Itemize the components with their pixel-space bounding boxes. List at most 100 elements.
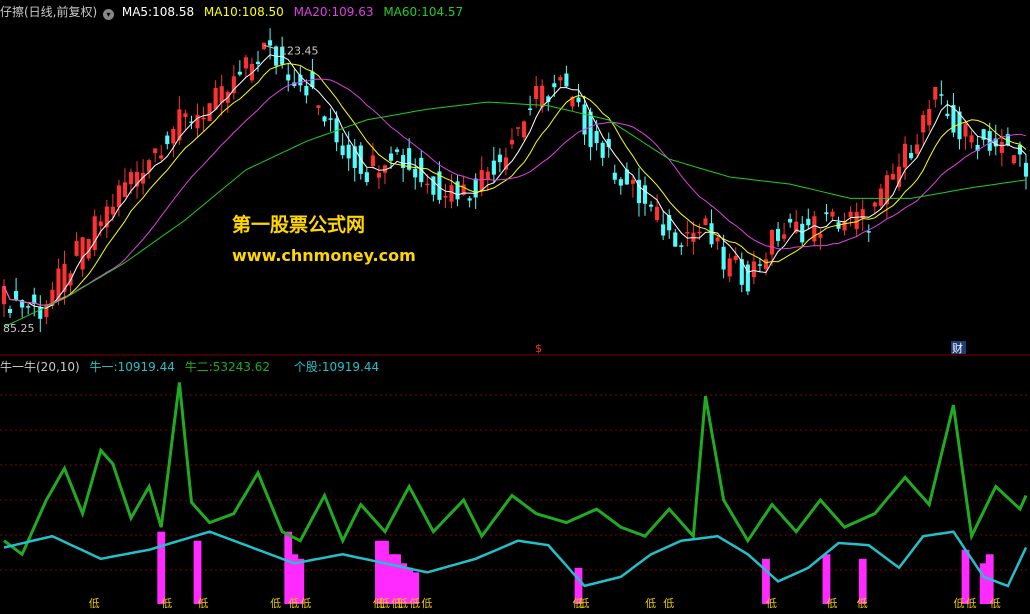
candle-body [388,153,394,161]
candle-body [243,57,248,69]
candle-body [153,148,158,154]
low-signal-label: 低 [421,597,432,610]
candle-body [413,168,418,178]
candle-body [540,85,545,108]
candle-body [431,176,436,195]
candle-body [999,141,1004,153]
candle-body [848,211,853,217]
main-header: 仔擦(日线,前复权) ▾ MA5:108.58 MA10:108.50 MA20… [0,3,463,20]
candle-body [679,245,684,247]
chart-stage: 123.45 85.25 $ 财低低低低低低低低低低低低低低低低低低低低低低 仔擦(日… [0,0,1030,610]
candle-body [376,172,381,178]
candle-body [316,105,321,108]
candle-body [727,258,732,277]
candle-body [171,129,176,144]
candle-body [933,87,938,100]
candle-body [255,61,261,65]
candle-body [576,97,581,103]
low-signal-label: 低 [409,597,420,610]
watermark-url: www.chnmoney.com [232,246,416,265]
gegu-value: 10919.44 [321,360,380,374]
candle-body [715,237,720,242]
watermark-title: 第一股票公式网 [232,214,366,236]
candle-body [467,198,472,201]
candle-body [927,109,932,126]
candle-body [534,86,539,99]
candle-body [776,228,781,241]
low-signal-label: 低 [966,597,977,610]
candle-body [165,135,170,145]
low-signal-label: 低 [990,597,1001,610]
stock-chart[interactable]: 123.4585.25$ 财低低低低低低低低 低低低低低低低低低低低低低低 [0,0,1030,610]
candle-body [395,149,400,152]
candle-body [642,185,648,204]
candle-body [618,179,623,186]
candle-body [842,221,847,231]
candle-body [673,232,678,247]
candle-body [866,231,871,233]
candle-body [854,211,859,230]
candle-body [751,261,756,278]
ma20-value: 109.63 [331,5,374,19]
candle-body [685,232,690,234]
gegu-label: 个股: [293,360,322,374]
high-price-label: 123.45 [280,44,319,57]
candle-body [824,212,829,215]
candle-body [116,185,121,208]
indicator-name: 牛一牛(20,10) [0,360,80,374]
ma5-line [3,54,1027,309]
candle-body [328,118,333,120]
candle-body [80,237,85,270]
candle-body [612,172,617,180]
candle-body [26,306,31,308]
signal-bar [961,549,970,604]
ma60-label: MA60: [383,5,422,19]
candle-body [14,290,19,301]
niu1-label: 牛一: [89,360,118,374]
candle-body [74,241,79,256]
niu1-value: 10919.44 [117,360,175,374]
ma10-value: 108.50 [241,5,284,19]
candle-body [237,71,242,75]
candle-body [370,155,375,167]
candle-body [1011,155,1016,164]
candle-body [7,309,13,313]
candle-body [558,77,563,81]
settings-icon[interactable]: ▾ [103,9,115,20]
candle-body [322,116,327,122]
candle-body [655,206,660,221]
low-signal-label: 低 [397,597,408,610]
candle-body [800,223,805,243]
candle-body [630,179,635,184]
candle-body [183,113,188,118]
candle-body [485,171,490,180]
signal-bar [193,540,202,604]
low-price-label: 85.25 [3,322,35,335]
candle-body [159,155,164,159]
candle-body [92,216,97,250]
sub-header: 牛一牛(20,10) 牛一:10919.44 牛二:53243.62 个股:10… [0,358,379,375]
candle-body [812,216,817,242]
low-signal-label: 低 [663,597,674,610]
low-signal-label: 低 [826,597,837,610]
candle-body [697,231,702,234]
candle-body [890,173,896,180]
candle-body [497,154,502,163]
ma20-label: MA20: [293,5,332,19]
candle-body [564,73,569,87]
candle-body [939,94,944,96]
candle-body [788,218,793,223]
candle-body [757,264,762,266]
candle-body [709,223,714,245]
candle-body [782,234,787,239]
candle-body [600,142,605,158]
ma10-line [3,62,1027,306]
candle-body [806,218,811,226]
candle-body [213,88,218,110]
candle-body [364,172,369,183]
candle-body [1023,162,1029,177]
candle-body [98,221,103,227]
candle-body [721,246,726,270]
signal-bar [157,531,166,604]
low-signal-label: 低 [579,597,590,610]
